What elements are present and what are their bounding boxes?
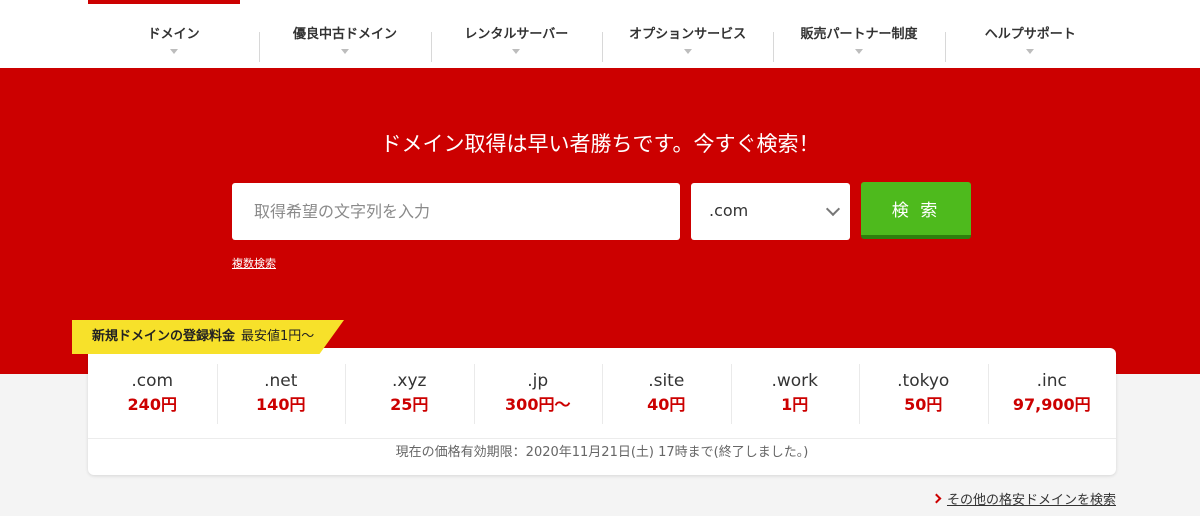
hero-title: ドメイン取得は早い者勝ちです。今すぐ検索！	[380, 132, 820, 156]
price-item-work[interactable]: .work 1円	[730, 358, 860, 434]
nav-item-label: ヘルプサポート	[984, 27, 1076, 42]
price-tld: .work	[771, 371, 819, 391]
nav-item-label: 優良中古ドメイン	[292, 27, 397, 42]
domain-search-input[interactable]	[232, 183, 680, 240]
price-item-xyz[interactable]: .xyz 25円	[345, 358, 474, 434]
pricing-tag-banner: 新規ドメインの登録料金 最安値1円〜	[72, 320, 344, 354]
divider	[88, 438, 1116, 439]
price-item-tokyo[interactable]: .tokyo 50円	[859, 358, 988, 434]
price-tld: .xyz	[392, 371, 427, 391]
chevron-down-icon	[825, 201, 841, 217]
caret-down-icon	[854, 49, 863, 54]
caret-down-icon	[512, 49, 521, 54]
price-tld: .site	[648, 371, 685, 391]
brand-accent-strip	[88, 0, 240, 4]
chevron-right-icon	[931, 493, 942, 504]
price-tld: .net	[264, 371, 298, 391]
nav-item-used-domain[interactable]: 優良中古ドメイン	[259, 26, 430, 62]
nav-item-label: レンタルサーバー	[464, 27, 569, 42]
tld-selected-value: .com	[709, 201, 749, 220]
nav-item-domain[interactable]: ドメイン	[88, 26, 259, 62]
nav-item-label: 販売パートナー制度	[800, 27, 918, 42]
pricing-tag-title: 新規ドメインの登録料金	[92, 329, 236, 344]
pricing-tag-subtitle: 最安値1円〜	[241, 329, 315, 344]
price-item-site[interactable]: .site 40円	[602, 358, 731, 434]
price-value: 25円	[390, 395, 429, 414]
price-value: 40円	[647, 395, 686, 414]
price-value: 140円	[256, 395, 306, 414]
multi-search-link[interactable]: 複数検索	[232, 255, 276, 271]
main-nav: ドメイン 優良中古ドメイン レンタルサーバー オプションサービス 販売パートナー…	[88, 26, 1116, 62]
price-list: .com 240円 .net 140円 .xyz 25円 .jp 300円〜 .…	[88, 358, 1116, 434]
tld-select[interactable]: .com	[691, 183, 850, 240]
caret-down-icon	[1026, 49, 1035, 54]
price-item-jp[interactable]: .jp 300円〜	[473, 358, 603, 434]
price-panel: .com 240円 .net 140円 .xyz 25円 .jp 300円〜 .…	[88, 348, 1116, 475]
nav-item-rental-server[interactable]: レンタルサーバー	[430, 26, 602, 62]
nav-item-option-services[interactable]: オプションサービス	[601, 26, 773, 62]
price-tld: .jp	[527, 371, 549, 391]
nav-item-label: ドメイン	[147, 27, 200, 42]
price-value: 50円	[904, 395, 943, 414]
price-tld: .inc	[1036, 371, 1067, 391]
price-validity-note: 現在の価格有効期限：2020年11月21日(土) 17時まで(終了しました。)	[395, 445, 809, 460]
nav-item-partner-program[interactable]: 販売パートナー制度	[773, 26, 944, 62]
price-item-com[interactable]: .com 240円	[88, 358, 217, 434]
search-button[interactable]: 検 索	[861, 182, 971, 239]
price-value: 97,900円	[1012, 395, 1091, 414]
top-navigation-bar: ドメイン 優良中古ドメイン レンタルサーバー オプションサービス 販売パートナー…	[0, 0, 1200, 68]
more-cheap-domains-link[interactable]: その他の格安ドメインを検索	[931, 489, 1116, 508]
caret-down-icon	[683, 49, 692, 54]
price-value: 1円	[781, 395, 809, 414]
price-item-inc[interactable]: .inc 97,900円	[987, 358, 1117, 434]
price-value: 300円〜	[505, 395, 571, 414]
nav-item-label: オプションサービス	[629, 27, 747, 42]
price-tld: .com	[131, 371, 174, 391]
price-item-net[interactable]: .net 140円	[216, 358, 346, 434]
price-tld: .tokyo	[897, 371, 950, 391]
more-link-label: その他の格安ドメインを検索	[946, 493, 1116, 508]
caret-down-icon	[340, 49, 349, 54]
caret-down-icon	[169, 49, 178, 54]
price-value: 240円	[127, 395, 177, 414]
nav-item-help-support[interactable]: ヘルプサポート	[944, 26, 1116, 62]
